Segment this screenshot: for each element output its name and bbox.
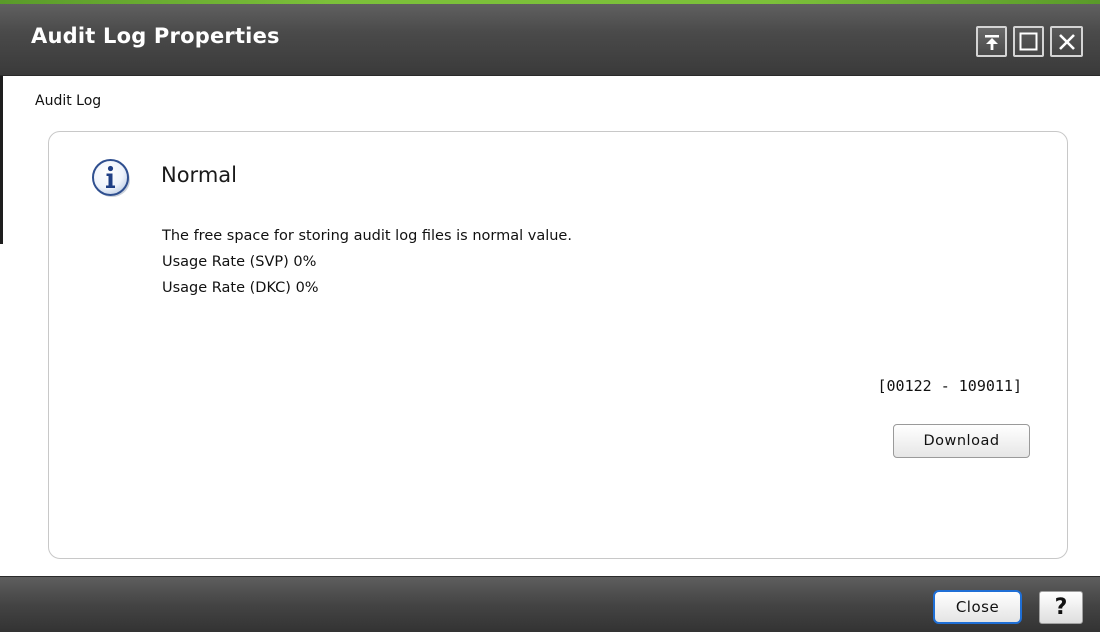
status-title: Normal [161, 163, 237, 187]
window-title: Audit Log Properties [31, 24, 280, 48]
section-label: Audit Log [35, 93, 102, 109]
log-range: [00122 - 109011] [877, 377, 1023, 395]
usage-rate-dkc: Usage Rate (DKC) 0% [162, 280, 319, 296]
usage-rate-svp: Usage Rate (SVP) 0% [162, 254, 317, 270]
info-icon [92, 159, 130, 197]
help-button[interactable]: ? [1039, 591, 1083, 624]
window-close-button[interactable] [1050, 26, 1083, 57]
status-panel [48, 131, 1068, 559]
pin-top-icon [984, 34, 999, 50]
pin-top-button[interactable] [976, 26, 1007, 57]
status-message: The free space for storing audit log fil… [162, 228, 572, 244]
maximize-icon [1019, 32, 1038, 51]
download-button[interactable]: Download [893, 424, 1030, 458]
maximize-button[interactable] [1013, 26, 1044, 57]
close-button[interactable]: Close [933, 590, 1022, 624]
title-bar[interactable]: Audit Log Properties [0, 4, 1100, 76]
close-icon [1058, 33, 1075, 50]
